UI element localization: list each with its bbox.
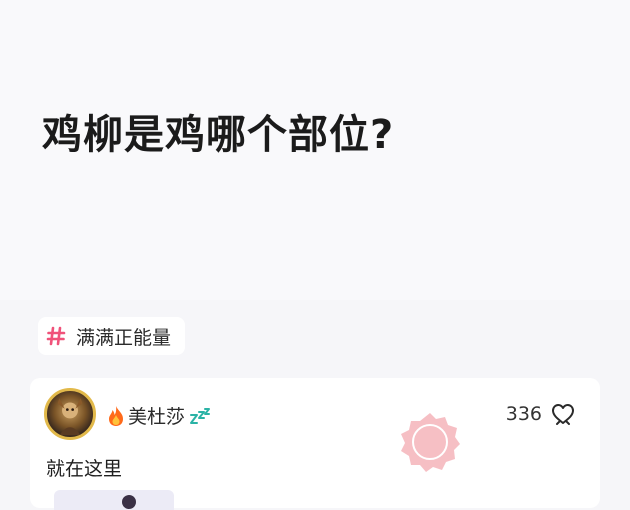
author-name[interactable]: 美杜莎 bbox=[128, 402, 185, 429]
topic-label: 满满正能量 bbox=[76, 326, 172, 349]
sleep-zzz-icon bbox=[190, 407, 211, 424]
answer-image[interactable] bbox=[54, 490, 174, 510]
avatar-image bbox=[57, 398, 83, 436]
hash-icon bbox=[46, 326, 66, 346]
answer-text: 就在这里 bbox=[46, 458, 123, 480]
like-count: 336 bbox=[505, 403, 542, 425]
topic-tag[interactable]: 满满正能量 bbox=[38, 317, 186, 355]
author-row[interactable]: 美杜莎 bbox=[106, 402, 211, 429]
question-card: 鸡柳是鸡哪个部位? bbox=[0, 0, 630, 300]
question-title: 鸡柳是鸡哪个部位? bbox=[42, 112, 395, 158]
like-icon[interactable] bbox=[550, 402, 576, 426]
answer-image-preview bbox=[122, 495, 136, 509]
watermark-stamp-icon bbox=[401, 413, 460, 472]
like-group[interactable]: 336 bbox=[506, 402, 576, 426]
avatar[interactable] bbox=[44, 388, 96, 440]
flame-icon bbox=[109, 405, 123, 426]
answer-card[interactable]: 美杜莎 336 就在这里 bbox=[30, 378, 600, 510]
